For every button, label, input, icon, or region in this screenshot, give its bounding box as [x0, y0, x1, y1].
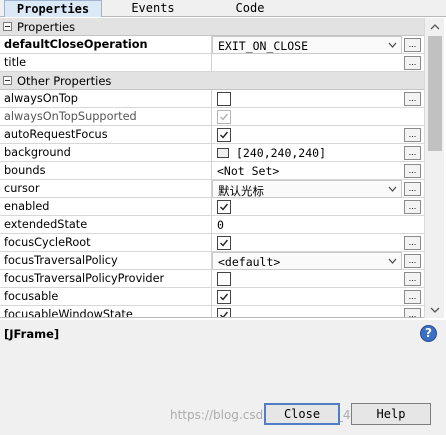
ellipsis-button[interactable]: ...: [404, 56, 421, 70]
ellipsis-button[interactable]: ...: [404, 236, 421, 250]
property-value: [240,240,240]: [236, 146, 327, 160]
property-row-bounds[interactable]: bounds <Not Set> ...: [0, 162, 424, 180]
property-name: autoRequestFocus: [4, 128, 108, 141]
vertical-scrollbar[interactable]: [424, 18, 444, 318]
category-properties[interactable]: Properties: [0, 18, 424, 36]
property-row-focusCycleRoot[interactable]: focusCycleRoot ...: [0, 234, 424, 252]
ellipsis-button[interactable]: ...: [404, 308, 421, 317]
property-name: bounds: [4, 164, 46, 177]
tab-code[interactable]: Code: [222, 0, 278, 17]
tab-properties[interactable]: Properties: [4, 0, 102, 17]
focusable-checkbox[interactable]: [217, 290, 231, 304]
checkmark-icon: [220, 311, 229, 317]
property-name: defaultCloseOperation: [4, 38, 148, 51]
property-name: focusTraversalPolicyProvider: [4, 272, 165, 285]
chevron-down-icon: [388, 258, 397, 264]
ellipsis-button[interactable]: ...: [404, 254, 421, 268]
property-row-focusTraversalPolicy[interactable]: focusTraversalPolicy <default> ...: [0, 252, 424, 270]
property-row-autoRequestFocus[interactable]: autoRequestFocus ...: [0, 126, 424, 144]
description-title: [JFrame]: [4, 327, 60, 341]
ellipsis-button[interactable]: ...: [404, 182, 421, 196]
scroll-up-arrow-icon[interactable]: [429, 22, 441, 32]
property-sheet: Properties defaultCloseOperation EXIT_ON…: [0, 18, 424, 318]
property-row-cursor[interactable]: cursor 默认光标 ...: [0, 180, 424, 198]
property-name: focusTraversalPolicy: [4, 254, 118, 267]
property-name: alwaysOnTop: [4, 92, 78, 105]
checkmark-icon: [220, 113, 229, 121]
checkmark-icon: [220, 239, 229, 247]
property-row-alwaysOnTop[interactable]: alwaysOnTop ...: [0, 90, 424, 108]
ellipsis-button[interactable]: ...: [404, 128, 421, 142]
always-on-top-supported-checkbox: [217, 110, 231, 124]
dropdown-value: 默认光标: [218, 184, 264, 198]
focus-traversal-policy-provider-checkbox[interactable]: [217, 272, 231, 286]
auto-request-focus-checkbox[interactable]: [217, 128, 231, 142]
title-value-field[interactable]: [212, 54, 402, 72]
checkmark-icon: [220, 293, 229, 301]
tab-events[interactable]: Events: [120, 0, 186, 17]
always-on-top-checkbox[interactable]: [217, 92, 231, 106]
property-name: focusCycleRoot: [4, 236, 91, 249]
property-name: alwaysOnTopSupported: [4, 110, 137, 123]
close-operation-dropdown[interactable]: EXIT_ON_CLOSE: [212, 36, 402, 54]
color-swatch: [217, 148, 229, 158]
property-row-focusable[interactable]: focusable ...: [0, 288, 424, 306]
property-name: extendedState: [4, 218, 88, 231]
focusable-window-state-checkbox[interactable]: [217, 308, 231, 317]
ellipsis-button[interactable]: ...: [404, 200, 421, 214]
focus-traversal-policy-dropdown[interactable]: <default>: [212, 252, 402, 270]
collapse-icon[interactable]: [3, 22, 12, 31]
ellipsis-button[interactable]: ...: [404, 164, 421, 178]
help-button[interactable]: Help: [351, 403, 431, 425]
cursor-dropdown[interactable]: 默认光标: [212, 180, 402, 198]
checkmark-icon: [220, 131, 229, 139]
scrollbar-thumb[interactable]: [428, 36, 442, 151]
property-row-alwaysOnTopSupported: alwaysOnTopSupported: [0, 108, 424, 126]
property-name: background: [4, 146, 71, 159]
property-name: enabled: [4, 200, 50, 213]
collapse-icon[interactable]: [3, 76, 12, 85]
dropdown-value: <default>: [218, 255, 281, 269]
checkmark-icon: [220, 203, 229, 211]
tab-bar: Properties Events Code: [0, 0, 446, 17]
ellipsis-button[interactable]: ...: [404, 272, 421, 286]
property-name: title: [4, 56, 27, 69]
property-row-background[interactable]: background [240,240,240] ...: [0, 144, 424, 162]
property-name: cursor: [4, 182, 40, 195]
focus-cycle-root-checkbox[interactable]: [217, 236, 231, 250]
property-row-enabled[interactable]: enabled ...: [0, 198, 424, 216]
property-value: 0: [217, 218, 224, 232]
property-row-focusTraversalPolicyProvider[interactable]: focusTraversalPolicyProvider ...: [0, 270, 424, 288]
ellipsis-button[interactable]: ...: [404, 290, 421, 304]
ellipsis-button[interactable]: ...: [404, 38, 421, 52]
chevron-down-icon: [388, 42, 397, 48]
property-row-defaultCloseOperation[interactable]: defaultCloseOperation EXIT_ON_CLOSE ...: [0, 36, 424, 54]
dropdown-value: EXIT_ON_CLOSE: [218, 39, 309, 53]
category-label: Properties: [17, 20, 76, 34]
property-value: <Not Set>: [217, 164, 280, 178]
close-button[interactable]: Close: [264, 403, 340, 425]
ellipsis-button[interactable]: ...: [404, 146, 421, 160]
property-row-extendedState[interactable]: extendedState 0: [0, 216, 424, 234]
chevron-down-icon: [388, 186, 397, 192]
property-row-title[interactable]: title ...: [0, 54, 424, 72]
enabled-checkbox[interactable]: [217, 200, 231, 214]
help-icon[interactable]: ?: [420, 325, 437, 342]
property-name: focusableWindowState: [4, 308, 133, 318]
description-panel: [JFrame] ? https://blog.csdn.net/weixin_…: [0, 320, 446, 435]
scroll-down-arrow-icon[interactable]: [429, 305, 441, 315]
property-name: focusable: [4, 290, 59, 303]
ellipsis-button[interactable]: ...: [404, 92, 421, 106]
category-label: Other Properties: [17, 74, 112, 88]
category-other-properties[interactable]: Other Properties: [0, 72, 424, 90]
property-row-focusableWindowState[interactable]: focusableWindowState ...: [0, 306, 424, 318]
